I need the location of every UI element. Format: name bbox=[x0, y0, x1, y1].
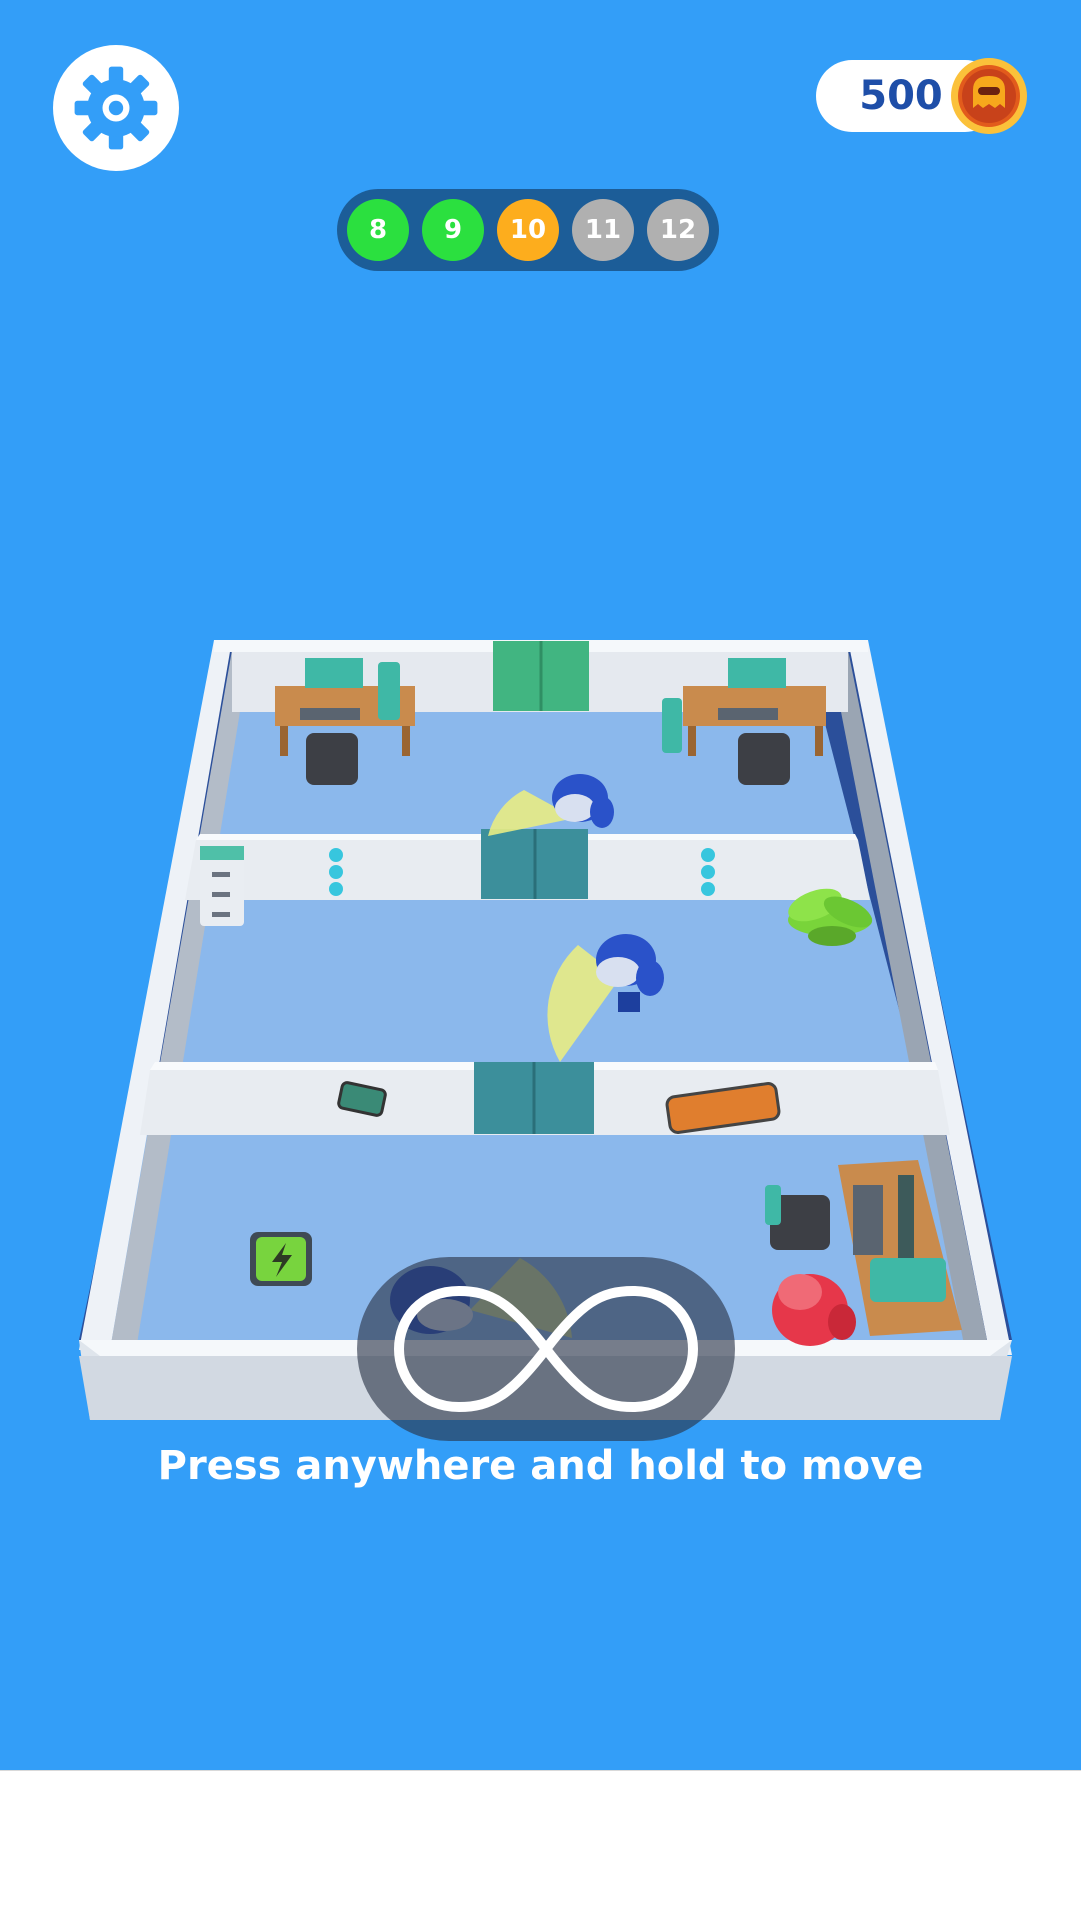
level-8: 8 bbox=[347, 199, 409, 261]
door-top bbox=[493, 641, 589, 711]
hint-text: Press anywhere and hold to move bbox=[157, 1443, 924, 1489]
level-progress: 8 9 10 11 12 bbox=[337, 189, 719, 271]
interior-wall-2 bbox=[140, 1062, 950, 1135]
level-11: 11 bbox=[572, 199, 634, 261]
game-area[interactable]: 500 8 9 10 11 12 Press anywhere and hold… bbox=[0, 0, 1081, 1770]
gear-icon bbox=[74, 66, 158, 150]
level-12: 12 bbox=[647, 199, 709, 261]
infinity-gesture-icon bbox=[394, 1286, 698, 1412]
level-10-current: 10 bbox=[497, 199, 559, 261]
coin-icon bbox=[951, 58, 1027, 134]
hold-to-move-hint bbox=[357, 1257, 735, 1441]
level-9: 9 bbox=[422, 199, 484, 261]
power-pad bbox=[250, 1232, 312, 1286]
coin-count: 500 bbox=[859, 73, 943, 119]
settings-button[interactable] bbox=[53, 45, 179, 171]
bottom-bar bbox=[0, 1770, 1081, 1922]
